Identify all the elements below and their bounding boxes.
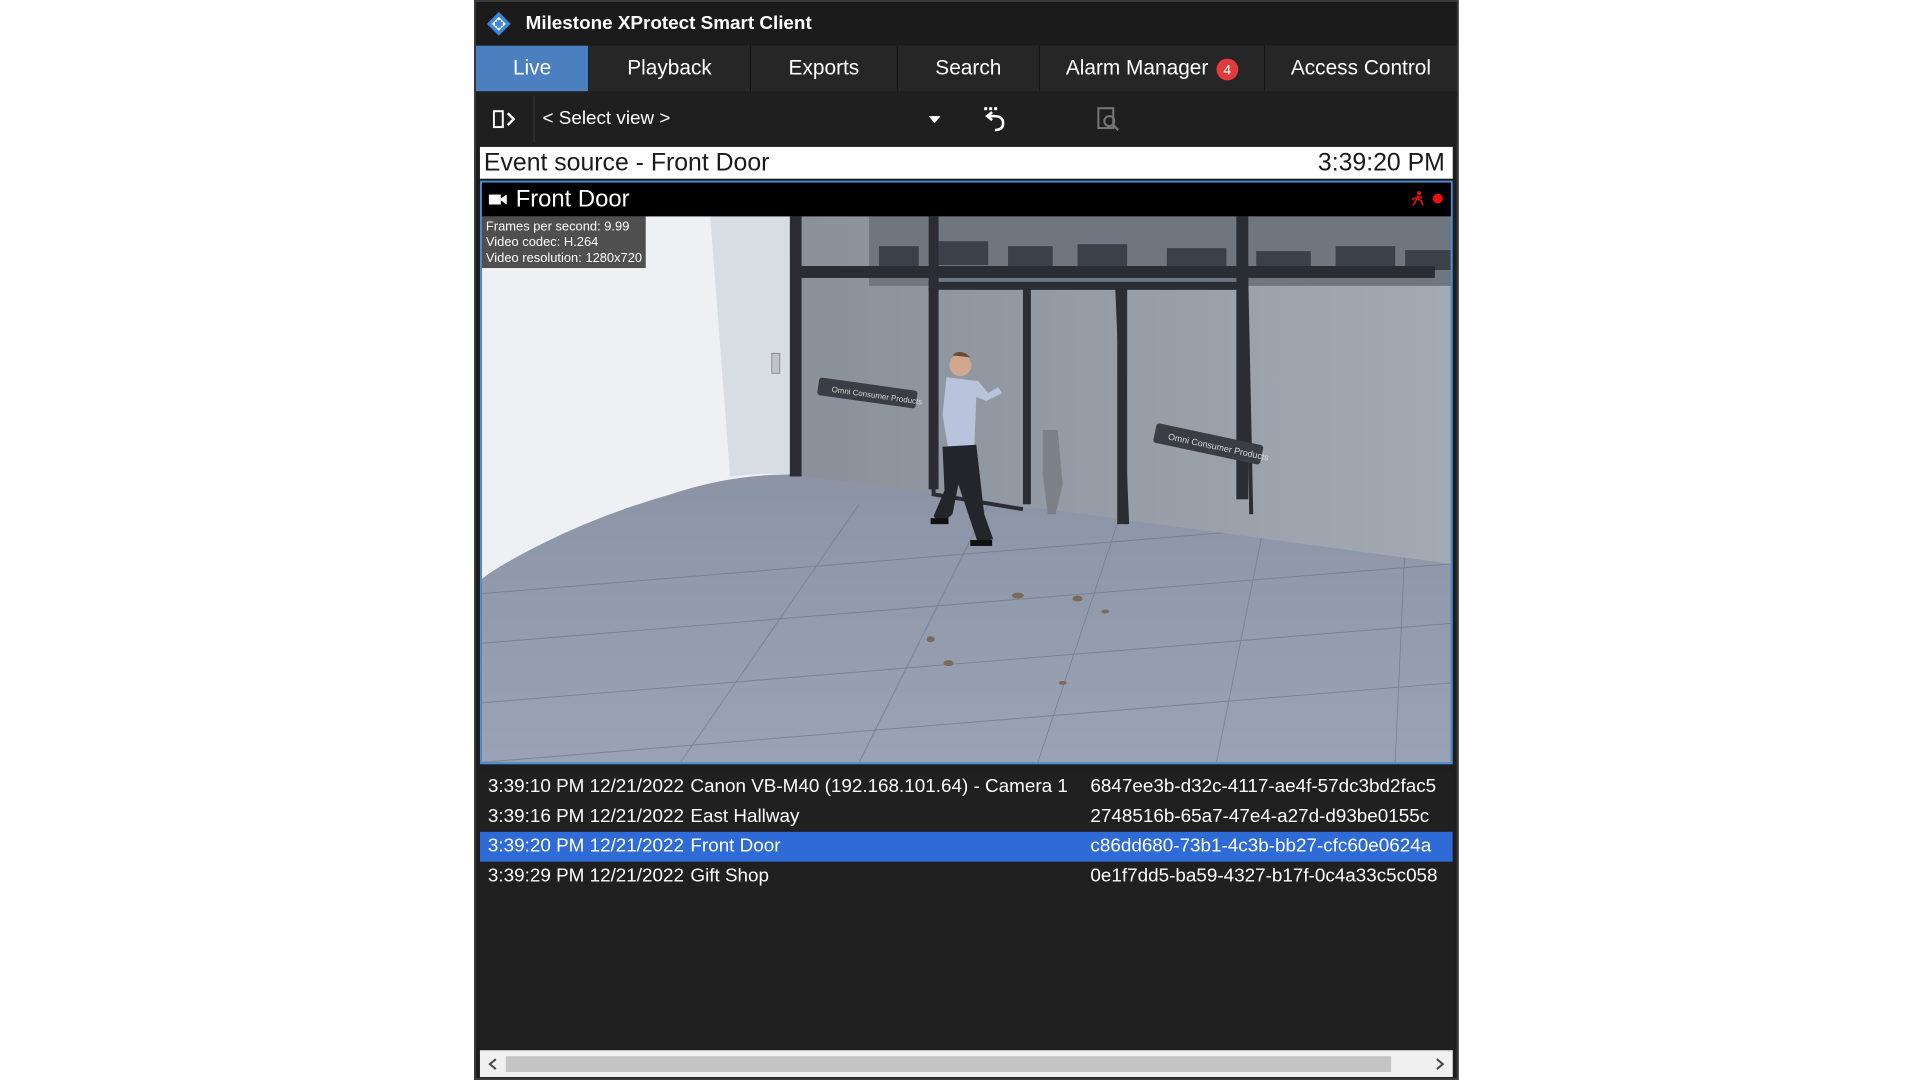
tab-playback[interactable]: Playback	[589, 45, 751, 92]
chevron-left-icon	[488, 1058, 497, 1070]
camera-icon	[488, 194, 507, 205]
event-id: 2748516b-65a7-47e4-a27d-d93be0155c	[1090, 806, 1430, 827]
view-select-dropdown[interactable]: < Select view >	[542, 101, 949, 137]
alarm-count-badge: 4	[1216, 58, 1239, 81]
pane-toggle-icon	[492, 110, 516, 129]
event-id: 6847ee3b-d32c-4117-ae4f-57dc3bd2fac5	[1090, 776, 1437, 798]
title-bar: Milestone XProtect Smart Client	[475, 1, 1457, 46]
event-source: Gift Shop	[690, 865, 770, 887]
tab-access-control-label: Access Control	[1290, 56, 1432, 80]
tab-live-label: Live	[512, 56, 552, 80]
tab-live[interactable]: Live	[475, 45, 590, 92]
recording-indicator	[1432, 193, 1443, 204]
tab-search-label: Search	[935, 56, 1002, 80]
event-source: Canon VB-M40 (192.168.101.64) - Camera 1	[690, 776, 1068, 798]
codec-stat: Video codec: H.264	[485, 234, 599, 250]
tab-playback-label: Playback	[627, 56, 712, 80]
milestone-logo-icon	[486, 11, 511, 36]
event-time: 3:39:16 PM 12/21/2022	[487, 806, 684, 827]
scroll-left-button[interactable]	[480, 1051, 506, 1077]
send-to-window-button[interactable]	[975, 99, 1015, 139]
search-view-button[interactable]	[1088, 99, 1128, 139]
chevron-down-icon	[928, 116, 941, 124]
scroll-track[interactable]	[505, 1054, 1427, 1074]
tab-exports-label: Exports	[788, 56, 860, 80]
toggle-pane-button[interactable]	[486, 99, 526, 139]
main-tabs: Live Playback Exports Search Alarm Manag…	[475, 45, 1457, 93]
camera-view-tile[interactable]: Front Door Omni Consumer Products Omni C…	[479, 180, 1453, 765]
toolbar: < Select view >	[475, 91, 1457, 147]
tab-alarm-manager[interactable]: Alarm Manager 4	[1039, 45, 1266, 92]
tab-access-control[interactable]: Access Control	[1265, 45, 1457, 92]
event-time: 3:39:20 PM 12/21/2022	[487, 835, 684, 857]
event-source-label: Event source - Front Door	[483, 148, 770, 177]
event-source: Front Door	[690, 835, 781, 857]
camera-status-indicators	[1411, 191, 1443, 207]
event-row[interactable]: 3:39:16 PM 12/21/2022 East Hallway 27485…	[480, 802, 1453, 832]
event-time: 3:39:10 PM 12/21/2022	[487, 776, 684, 798]
camera-title-bar: Front Door	[481, 182, 1451, 217]
toolbar-divider	[533, 96, 535, 142]
undo-arrow-icon	[984, 107, 1005, 132]
app-title: Milestone XProtect Smart Client	[525, 12, 812, 34]
smart-client-window: Milestone XProtect Smart Client Live Pla…	[474, 0, 1459, 1080]
chevron-right-icon	[1436, 1058, 1445, 1070]
video-frame: Omni Consumer Products Omni Consumer Pro…	[481, 216, 1451, 763]
scroll-right-button[interactable]	[1427, 1051, 1453, 1077]
video-stats-overlay: Frames per second: 9.99 Video codec: H.2…	[481, 216, 647, 269]
horizontal-scrollbar[interactable]	[479, 1050, 1453, 1078]
event-time-label: 3:39:20 PM	[1317, 148, 1445, 177]
live-video-feed[interactable]: Omni Consumer Products Omni Consumer Pro…	[481, 216, 1451, 763]
event-row-selected[interactable]: 3:39:20 PM 12/21/2022 Front Door c86dd68…	[479, 831, 1453, 862]
view-select-label: < Select view >	[542, 108, 671, 130]
search-document-icon	[1097, 107, 1120, 131]
event-source-header: Event source - Front Door 3:39:20 PM	[479, 146, 1453, 179]
resolution-stat: Video resolution: 1280x720	[485, 250, 643, 266]
camera-name: Front Door	[515, 185, 630, 213]
event-source: East Hallway	[690, 806, 800, 827]
event-time: 3:39:29 PM 12/21/2022	[487, 865, 684, 887]
event-row[interactable]: 3:39:10 PM 12/21/2022 Canon VB-M40 (192.…	[480, 772, 1453, 802]
event-id: c86dd680-73b1-4c3b-bb27-cfc60e0624a	[1090, 835, 1432, 857]
tab-exports[interactable]: Exports	[750, 45, 898, 92]
tab-alarm-manager-label: Alarm Manager	[1065, 56, 1209, 80]
tab-search[interactable]: Search	[897, 45, 1040, 92]
scroll-thumb[interactable]	[505, 1056, 1392, 1073]
event-row[interactable]: 3:39:29 PM 12/21/2022 Gift Shop 0e1f7dd5…	[480, 862, 1453, 892]
event-list: 3:39:10 PM 12/21/2022 Canon VB-M40 (192.…	[479, 772, 1453, 1049]
event-id: 0e1f7dd5-ba59-4327-b17f-0c4a33c5c058	[1090, 865, 1438, 887]
motion-detected-icon	[1411, 191, 1424, 206]
fps-stat: Frames per second: 9.99	[485, 218, 630, 234]
